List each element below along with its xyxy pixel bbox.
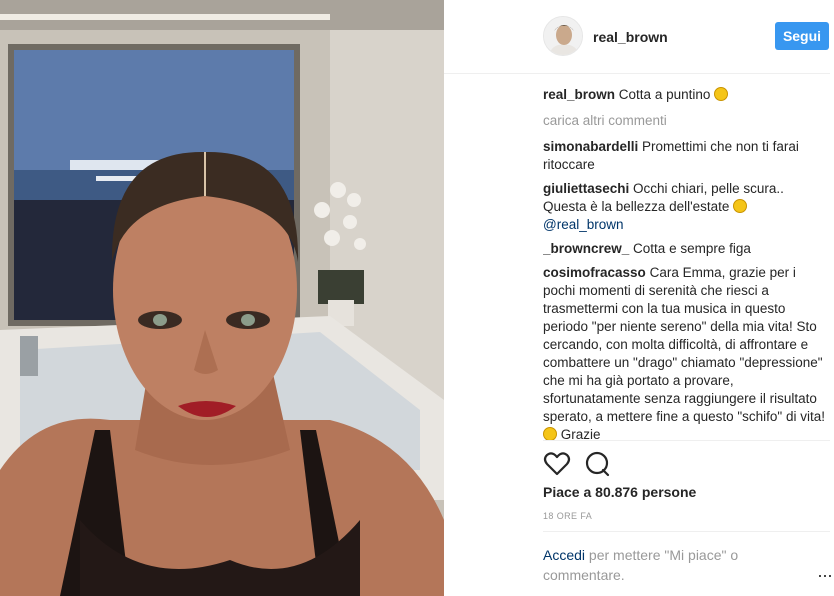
heart-icon[interactable] <box>543 450 571 478</box>
caption-text: Cotta a puntino <box>618 87 711 102</box>
post-photo[interactable] <box>0 0 444 596</box>
post-header: real_brown Segui <box>444 0 830 74</box>
list-item: simonabardelli Promettimi che non ti far… <box>543 138 825 174</box>
avatar[interactable] <box>543 16 583 56</box>
more-icon[interactable]: ··· <box>817 565 833 586</box>
list-item: cosimofracasso Cara Emma, grazie per i p… <box>543 264 825 440</box>
face-emoji-icon <box>543 427 557 440</box>
follow-button[interactable]: Segui <box>775 22 829 50</box>
comment-username[interactable]: cosimofracasso <box>543 265 646 280</box>
sun-emoji-icon <box>733 199 748 213</box>
comment-text: Cotta e sempre figa <box>633 241 751 256</box>
avatar-image <box>544 17 582 55</box>
caption-username[interactable]: real_brown <box>543 87 615 102</box>
login-link[interactable]: Accedi <box>543 547 585 563</box>
comment-text-tail: Grazie <box>560 427 601 440</box>
comments-list: real_brown Cotta a puntino carica altri … <box>543 86 825 440</box>
caption: real_brown Cotta a puntino <box>543 86 825 104</box>
list-item: _browncrew_ Cotta e sempre figa <box>543 240 825 258</box>
photo-image <box>0 0 444 596</box>
comment-username[interactable]: giuliettasechi <box>543 181 629 196</box>
sun-emoji-icon <box>714 87 729 101</box>
divider <box>543 531 830 532</box>
login-prompt: Accedi per mettere "Mi piace" o commenta… <box>543 545 783 585</box>
divider <box>543 440 830 441</box>
post-details: real_brown Segui real_brown Cotta a punt… <box>444 0 834 596</box>
comment-username[interactable]: _browncrew_ <box>543 241 629 256</box>
likes-count[interactable]: Piace a 80.876 persone <box>543 484 696 500</box>
comment-mention[interactable]: @real_brown <box>543 217 624 232</box>
comment-username[interactable]: simonabardelli <box>543 139 638 154</box>
comment-icon[interactable] <box>583 450 611 478</box>
post-time[interactable]: 18 ORE FA <box>543 511 592 521</box>
username[interactable]: real_brown <box>593 29 668 45</box>
comment-text: Cara Emma, grazie per i pochi momenti di… <box>543 265 825 424</box>
load-more-comments-link[interactable]: carica altri commenti <box>543 112 825 130</box>
list-item: giuliettasechi Occhi chiari, pelle scura… <box>543 180 825 234</box>
